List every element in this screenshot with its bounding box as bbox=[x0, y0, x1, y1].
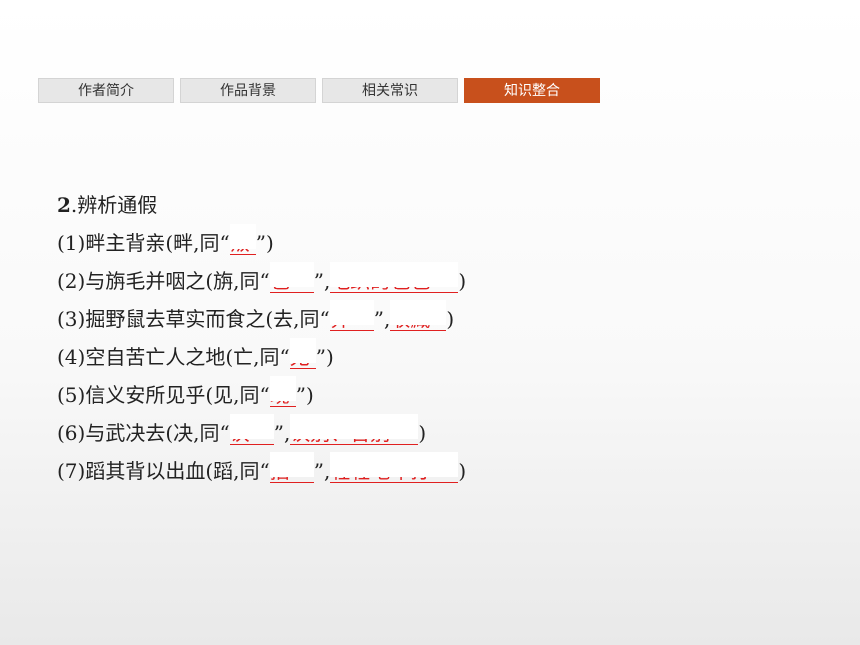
item-mid: ”, bbox=[313, 269, 331, 293]
item-suffix: ) bbox=[458, 459, 467, 483]
list-item: (3)掘野鼠去草实而食之(去,同“弆”,收藏) bbox=[57, 300, 466, 338]
meaning-blank[interactable]: 轻轻地叩打 bbox=[330, 452, 459, 483]
item-suffix: ”) bbox=[255, 231, 274, 255]
item-mid: ”, bbox=[313, 459, 331, 483]
section-heading: 2.辨析通假 bbox=[57, 186, 466, 224]
item-suffix: ) bbox=[446, 307, 455, 331]
tab-author-intro[interactable]: 作者简介 bbox=[38, 78, 174, 103]
list-item: (5)信义安所见乎(见,同“现”) bbox=[57, 376, 466, 414]
answer-blank[interactable]: 毡 bbox=[269, 262, 314, 293]
item-suffix: ) bbox=[418, 421, 427, 445]
meaning-cover bbox=[290, 414, 419, 439]
meaning-cover bbox=[390, 300, 447, 325]
item-text: (2)与旃毛并咽之(旃,同“ bbox=[57, 269, 270, 293]
item-suffix: ”) bbox=[315, 345, 334, 369]
answer-blank[interactable]: 叛 bbox=[229, 224, 256, 255]
answer-blank[interactable]: 诀 bbox=[229, 414, 274, 445]
answer-blank[interactable]: 现 bbox=[269, 376, 296, 407]
answer-cover bbox=[289, 338, 316, 363]
list-item: (2)与旃毛并咽之(旃,同“毡”,毛织的毡毯) bbox=[57, 262, 466, 300]
meaning-blank[interactable]: 收藏 bbox=[390, 300, 447, 331]
list-item: (4)空自苦亡人之地(亡,同“无”) bbox=[57, 338, 466, 376]
item-mid: ”, bbox=[273, 421, 291, 445]
tab-knowledge-integration[interactable]: 知识整合 bbox=[464, 78, 600, 103]
answer-cover bbox=[329, 300, 374, 325]
section-title: .辨析通假 bbox=[70, 193, 158, 217]
item-suffix: ) bbox=[458, 269, 467, 293]
meaning-blank[interactable]: 毛织的毡毯 bbox=[330, 262, 459, 293]
section-number: 2 bbox=[57, 193, 71, 217]
answer-blank[interactable]: 无 bbox=[289, 338, 316, 369]
item-text: (6)与武决去(决,同“ bbox=[57, 421, 230, 445]
item-mid: ”, bbox=[373, 307, 391, 331]
item-text: (3)掘野鼠去草实而食之(去,同“ bbox=[57, 307, 330, 331]
list-item: (6)与武决去(决,同“诀”,诀别、告别) bbox=[57, 414, 466, 452]
answer-cover bbox=[269, 452, 314, 477]
item-text: (1)畔主背亲(畔,同“ bbox=[57, 231, 230, 255]
tab-work-background[interactable]: 作品背景 bbox=[180, 78, 316, 103]
meaning-blank[interactable]: 诀别、告别 bbox=[290, 414, 419, 445]
answer-blank[interactable]: 弆 bbox=[329, 300, 374, 331]
answer-cover bbox=[269, 262, 314, 287]
list-item: (7)蹈其背以出血(蹈,同“掐”,轻轻地叩打) bbox=[57, 452, 466, 490]
content-area: 2.辨析通假 (1)畔主背亲(畔,同“叛”) (2)与旃毛并咽之(旃,同“毡”,… bbox=[57, 186, 466, 490]
answer-cover bbox=[229, 414, 274, 439]
tab-bar: 作者简介 作品背景 相关常识 知识整合 bbox=[38, 78, 600, 103]
answer-blank[interactable]: 掐 bbox=[269, 452, 314, 483]
meaning-cover bbox=[330, 452, 459, 477]
item-suffix: ”) bbox=[295, 383, 314, 407]
item-text: (4)空自苦亡人之地(亡,同“ bbox=[57, 345, 290, 369]
tab-related-knowledge[interactable]: 相关常识 bbox=[322, 78, 458, 103]
item-text: (7)蹈其背以出血(蹈,同“ bbox=[57, 459, 270, 483]
meaning-cover bbox=[330, 262, 459, 287]
item-text: (5)信义安所见乎(见,同“ bbox=[57, 383, 270, 407]
list-item: (1)畔主背亲(畔,同“叛”) bbox=[57, 224, 466, 262]
answer-cover bbox=[269, 376, 296, 401]
answer-cover bbox=[229, 224, 256, 249]
